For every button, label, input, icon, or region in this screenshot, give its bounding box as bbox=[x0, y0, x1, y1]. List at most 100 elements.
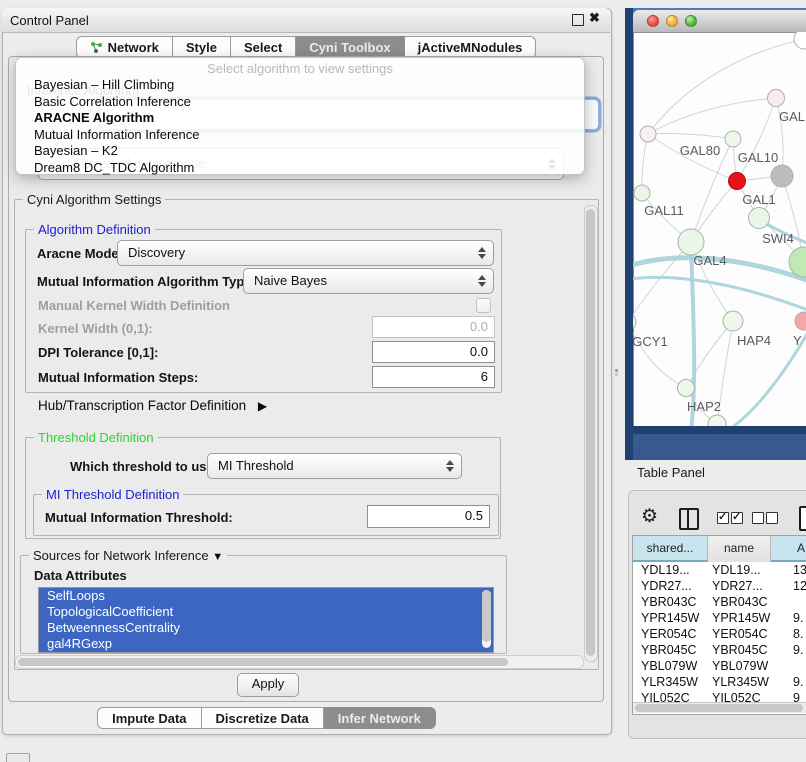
algorithm-option-bayesian-k2[interactable]: Bayesian – K2 bbox=[19, 143, 581, 160]
algorithm-option-dream8-dc-tdc-algorithm[interactable]: Dream8 DC_TDC Algorithm bbox=[19, 160, 581, 177]
network-node-gcy1[interactable] bbox=[633, 314, 636, 330]
table-row[interactable]: YBR043CYBR043C bbox=[633, 594, 806, 610]
bottom-tab-infer-network[interactable]: Infer Network bbox=[324, 707, 436, 729]
bottom-tab-impute-data[interactable]: Impute Data bbox=[97, 707, 201, 729]
table-cell: YBR045C bbox=[633, 642, 708, 658]
network-node-gal11[interactable] bbox=[634, 185, 650, 201]
table-cell: YER054C bbox=[708, 626, 771, 642]
network-node-gal1[interactable] bbox=[729, 173, 746, 190]
node-label-swi4: SWI4 bbox=[762, 231, 794, 246]
algorithm-option-mutual-information-inference[interactable]: Mutual Information Inference bbox=[19, 127, 581, 144]
mi-algorithm-type-combobox[interactable]: Naive Bayes bbox=[243, 268, 494, 294]
network-node-gal4[interactable] bbox=[678, 229, 704, 255]
table-row[interactable]: YLR345WYLR345W9. bbox=[633, 674, 806, 690]
gear-icon[interactable]: ⚙ bbox=[641, 505, 658, 528]
node-label-hap4: HAP4 bbox=[737, 333, 771, 348]
column-header-name[interactable]: name bbox=[708, 536, 771, 562]
mi-steps-field[interactable]: 6 bbox=[372, 366, 495, 388]
dpi-tolerance-label: DPI Tolerance [0,1]: bbox=[38, 345, 158, 360]
data-attributes-list[interactable]: SelfLoopsTopologicalCoefficientBetweenne… bbox=[38, 587, 494, 653]
hub-definition-toggle[interactable]: Hub/Transcription Factor Definition ▶ bbox=[38, 398, 267, 413]
column-header-a[interactable]: A bbox=[771, 536, 806, 562]
network-node-hap2[interactable] bbox=[678, 380, 695, 397]
show-columns-icon[interactable] bbox=[679, 508, 699, 530]
table-cell bbox=[771, 594, 806, 610]
attribute-item-selfloops[interactable]: SelfLoops bbox=[39, 588, 493, 604]
deselect-all-checkbox-icon[interactable] bbox=[752, 512, 764, 524]
kernel-width-field[interactable]: 0.0 bbox=[372, 316, 495, 338]
network-edge bbox=[633, 322, 686, 388]
network-node-swi4[interactable] bbox=[749, 208, 770, 229]
window-shadow bbox=[633, 426, 806, 434]
table-cell: YDL19... bbox=[633, 562, 708, 578]
table-cell: YER054C bbox=[633, 626, 708, 642]
bottom-tab-discretize-data[interactable]: Discretize Data bbox=[202, 707, 324, 729]
dpi-tolerance-field[interactable]: 0.0 bbox=[372, 341, 495, 363]
table-row[interactable]: YDR27...YDR27...12 bbox=[633, 578, 806, 594]
table-row[interactable]: YPR145WYPR145W9. bbox=[633, 610, 806, 626]
network-window-titlebar[interactable] bbox=[633, 10, 806, 33]
network-node-hap4[interactable] bbox=[723, 311, 743, 331]
threshold-definition-title: Threshold Definition bbox=[34, 430, 158, 445]
mi-algorithm-type-label: Mutual Information Algorithm Type: bbox=[37, 274, 256, 289]
network-node-gal80[interactable] bbox=[640, 126, 656, 142]
table-panel-title: Table Panel bbox=[637, 465, 705, 480]
network-edge bbox=[642, 134, 648, 193]
export-table-icon[interactable] bbox=[799, 506, 806, 531]
apply-button[interactable]: Apply bbox=[237, 673, 299, 697]
zoom-traffic-light-icon[interactable] bbox=[685, 15, 697, 27]
mini-toolbar-button[interactable] bbox=[6, 753, 30, 762]
node-label-gcy1: GCY1 bbox=[633, 334, 668, 349]
settings-horizontal-scrollbar[interactable] bbox=[15, 655, 584, 669]
combo-arrows-icon bbox=[478, 247, 487, 259]
table-cell: YBR043C bbox=[708, 594, 771, 610]
settings-vertical-scrollbar[interactable] bbox=[584, 205, 598, 662]
cyni-algorithm-settings-title: Cyni Algorithm Settings bbox=[23, 192, 165, 207]
table-row[interactable]: YBR045CYBR045C9. bbox=[633, 642, 806, 658]
algorithm-option-basic-correlation-inference[interactable]: Basic Correlation Inference bbox=[19, 94, 581, 111]
node-label-hap2: HAP2 bbox=[687, 399, 721, 414]
aracne-mode-combobox[interactable]: Discovery bbox=[117, 240, 494, 266]
node-label-gal4: GAL4 bbox=[693, 253, 726, 268]
algorithm-option-aracne-algorithm[interactable]: ARACNE Algorithm bbox=[19, 110, 581, 127]
table-horizontal-scrollbar[interactable] bbox=[633, 702, 806, 713]
which-threshold-combobox[interactable]: MI Threshold bbox=[207, 453, 462, 479]
close-traffic-light-icon[interactable] bbox=[647, 15, 659, 27]
network-node-y[interactable] bbox=[795, 312, 806, 330]
network-node-gal10[interactable] bbox=[725, 131, 741, 147]
combo-arrows-icon bbox=[478, 275, 487, 287]
algorithm-option-bayesian-hill-climbing[interactable]: Bayesian – Hill Climbing bbox=[19, 77, 581, 94]
close-icon[interactable]: ✖ bbox=[589, 10, 600, 26]
node-table[interactable]: shared...nameA YDL19...YDL19...13YDR27..… bbox=[632, 535, 806, 715]
select-all-checkbox-icon[interactable] bbox=[731, 512, 743, 524]
mi-threshold-field[interactable]: 0.5 bbox=[367, 505, 490, 528]
column-header-shared[interactable]: shared... bbox=[633, 536, 708, 562]
select-all-checkbox-icon[interactable] bbox=[717, 512, 729, 524]
algorithm-dropdown-list: Bayesian – Hill ClimbingBasic Correlatio… bbox=[19, 77, 581, 176]
table-row[interactable]: YBL079WYBL079W bbox=[633, 658, 806, 674]
attribute-item-gal4rgexp[interactable]: gal4RGexp bbox=[39, 636, 493, 652]
network-node[interactable] bbox=[794, 32, 806, 49]
network-node-gal[interactable] bbox=[768, 90, 785, 107]
attribute-item-topologicalcoefficient[interactable]: TopologicalCoefficient bbox=[39, 604, 493, 620]
table-cell: 13 bbox=[771, 562, 806, 578]
deselect-all-checkbox-icon[interactable] bbox=[766, 512, 778, 524]
attribute-item-betweennesscentrality[interactable]: BetweennessCentrality bbox=[39, 620, 493, 636]
control-panel-titlebar[interactable] bbox=[2, 8, 610, 33]
manual-kernel-width-checkbox[interactable] bbox=[476, 298, 491, 313]
expanded-arrow-icon[interactable]: ▼ bbox=[212, 551, 223, 563]
table-row[interactable]: YER054CYER054C8. bbox=[633, 626, 806, 642]
table-header-row[interactable]: shared...nameA bbox=[633, 536, 806, 562]
panel-splitter-handle[interactable] bbox=[614, 368, 620, 377]
network-node[interactable] bbox=[708, 415, 726, 426]
control-panel-title: Control Panel bbox=[10, 13, 89, 28]
float-window-icon[interactable] bbox=[572, 14, 584, 26]
network-canvas[interactable]: GALGAL80GAL10GAL1SWI4GAL11GAL4GCY1HAP4YH… bbox=[633, 32, 806, 426]
network-node[interactable] bbox=[771, 165, 793, 187]
minimize-traffic-light-icon[interactable] bbox=[666, 15, 678, 27]
table-row[interactable]: YDL19...YDL19...13 bbox=[633, 562, 806, 578]
network-edge bbox=[648, 134, 733, 139]
table-cell: YDL19... bbox=[708, 562, 771, 578]
node-label-gal: GAL bbox=[779, 109, 805, 124]
attributes-vertical-scrollbar[interactable] bbox=[482, 590, 491, 648]
